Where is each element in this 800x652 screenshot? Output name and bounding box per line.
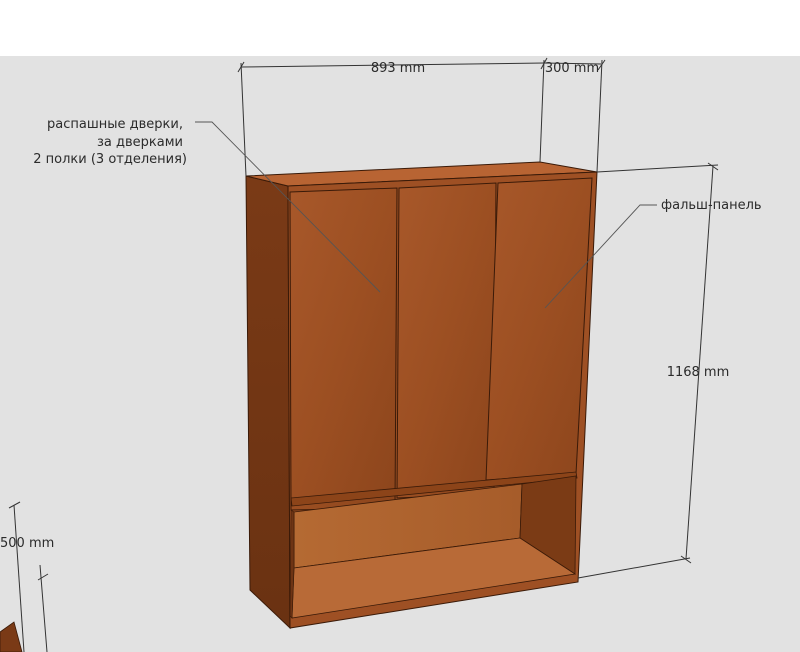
left-partial-label: 500 mm — [0, 536, 54, 551]
doors-note-line-2: за дверками — [97, 135, 183, 150]
cabinet-left-side — [245, 175, 291, 630]
cabinet-scene: 893 mm 300 mm 1168 mm 500 mm распашные д… — [0, 57, 762, 652]
door-right — [485, 177, 593, 481]
panel-note: фальш-панель — [661, 198, 762, 213]
door-middle — [396, 182, 497, 499]
depth-dimension — [539, 59, 606, 173]
depth-label: 300 mm — [545, 61, 599, 76]
adjacent-cabinet-edge — [0, 621, 23, 652]
model-viewport[interactable]: 893 mm 300 mm 1168 mm 500 mm распашные д… — [0, 0, 800, 652]
doors-note-line-3: 2 полки (3 отделения) — [33, 152, 187, 167]
width-label: 893 mm — [371, 61, 425, 76]
door-left — [289, 187, 398, 511]
doors-note-line-1: распашные дверки, — [47, 117, 183, 132]
height-label: 1168 mm — [667, 365, 730, 380]
